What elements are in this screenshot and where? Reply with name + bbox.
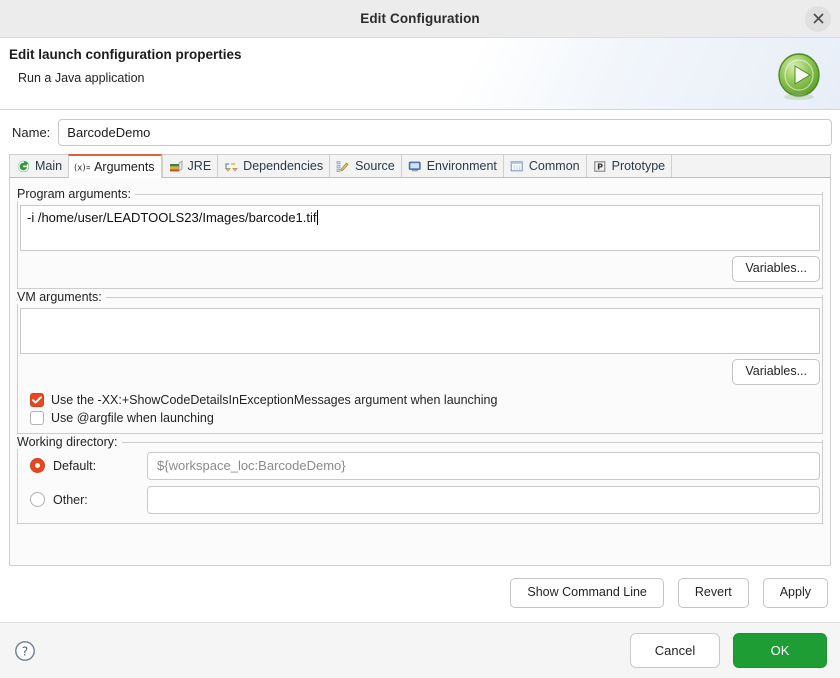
- program-arguments-group-line: [17, 194, 823, 195]
- source-pencil-icon: [335, 159, 351, 174]
- show-code-details-checkbox-label: Use the -XX:+ShowCodeDetailsInExceptionM…: [51, 393, 497, 407]
- run-play-icon: [771, 46, 827, 102]
- vm-arguments-legend: VM arguments:: [17, 290, 106, 304]
- svg-text:P: P: [597, 162, 603, 171]
- jre-books-icon: [168, 159, 184, 174]
- working-directory-other-input[interactable]: [147, 486, 820, 514]
- svg-text:(x)=: (x)=: [74, 162, 90, 172]
- name-row: Name:: [0, 110, 840, 154]
- radio-dot: [35, 463, 40, 468]
- common-window-icon: [509, 159, 525, 174]
- vm-arguments-group-line: [17, 297, 823, 298]
- tab-dependencies-label: Dependencies: [243, 159, 323, 173]
- tab-strip-filler: [671, 154, 831, 177]
- window-titlebar: Edit Configuration: [0, 0, 840, 38]
- tab-common[interactable]: Common: [503, 154, 586, 177]
- working-directory-legend: Working directory:: [17, 435, 122, 449]
- configuration-name-input[interactable]: [58, 119, 832, 146]
- apply-button[interactable]: Apply: [763, 578, 828, 608]
- tab-common-label: Common: [529, 159, 580, 173]
- tab-main-label: Main: [35, 159, 62, 173]
- working-directory-group: Working directory: Default: ${workspace_…: [17, 434, 823, 524]
- prototype-p-icon: P: [592, 159, 608, 174]
- arguments-xeq-icon: (x)=: [74, 160, 90, 175]
- tab-action-buttons: Show Command Line Revert Apply: [0, 566, 840, 608]
- tab-jre-label: JRE: [188, 159, 212, 173]
- tab-source-label: Source: [355, 159, 395, 173]
- vm-arguments-button-row: Variables...: [18, 354, 822, 391]
- vm-arguments-variables-button[interactable]: Variables...: [732, 359, 820, 385]
- page-title: Edit launch configuration properties: [9, 47, 828, 62]
- tab-source[interactable]: Source: [329, 154, 401, 177]
- text-caret: [317, 210, 318, 225]
- program-arguments-variables-button[interactable]: Variables...: [732, 256, 820, 282]
- dialog-footer: ? Cancel OK: [0, 622, 840, 678]
- main-circle-icon: [15, 159, 31, 174]
- tab-jre[interactable]: JRE: [162, 154, 218, 177]
- use-argfile-checkbox[interactable]: [30, 411, 44, 425]
- working-directory-other-radio[interactable]: [30, 492, 45, 507]
- working-directory-bottom-spacer: [18, 517, 822, 523]
- tab-prototype[interactable]: P Prototype: [586, 154, 672, 177]
- dialog-header: Edit launch configuration properties Run…: [0, 38, 840, 110]
- show-command-line-button[interactable]: Show Command Line: [510, 578, 664, 608]
- cancel-button[interactable]: Cancel: [630, 633, 720, 668]
- tab-dependencies[interactable]: Dependencies: [217, 154, 329, 177]
- environment-icon: [407, 159, 423, 174]
- working-directory-box: Default: ${workspace_loc:BarcodeDemo} Ot…: [17, 440, 823, 524]
- program-arguments-button-row: Variables...: [18, 251, 822, 288]
- working-directory-default-row[interactable]: Default: ${workspace_loc:BarcodeDemo}: [18, 449, 822, 483]
- vm-arguments-group: VM arguments: Variables... Use the -XX:+…: [17, 289, 823, 434]
- show-code-details-checkbox[interactable]: [30, 393, 44, 407]
- tab-arguments-label: Arguments: [94, 160, 154, 174]
- tab-prototype-label: Prototype: [612, 159, 666, 173]
- checkbox-bottom-spacer: [18, 427, 822, 433]
- working-directory-other-label: Other:: [53, 493, 139, 507]
- close-icon[interactable]: [805, 6, 831, 32]
- tab-environment-label: Environment: [427, 159, 497, 173]
- working-directory-default-label: Default:: [53, 459, 139, 473]
- show-code-details-checkbox-row[interactable]: Use the -XX:+ShowCodeDetailsInExceptionM…: [18, 391, 822, 409]
- tab-arguments[interactable]: (x)= Arguments: [68, 154, 161, 178]
- working-directory-default-input[interactable]: ${workspace_loc:BarcodeDemo}: [147, 452, 820, 480]
- dependencies-icon: [223, 159, 239, 174]
- ok-button[interactable]: OK: [733, 633, 827, 668]
- help-question-icon[interactable]: ?: [13, 639, 37, 663]
- tab-bar: Main (x)= Arguments JRE: [9, 154, 831, 178]
- working-directory-group-line: [17, 442, 823, 443]
- program-arguments-group: Program arguments: -i /home/user/LEADTOO…: [17, 186, 823, 289]
- program-arguments-value: -i /home/user/LEADTOOLS23/Images/barcode…: [27, 210, 317, 225]
- revert-button[interactable]: Revert: [678, 578, 749, 608]
- program-arguments-box: -i /home/user/LEADTOOLS23/Images/barcode…: [17, 192, 823, 289]
- program-arguments-input[interactable]: -i /home/user/LEADTOOLS23/Images/barcode…: [20, 205, 820, 251]
- working-directory-default-radio[interactable]: [30, 458, 45, 473]
- program-arguments-legend: Program arguments:: [17, 187, 135, 201]
- window-title: Edit Configuration: [360, 11, 480, 26]
- working-directory-other-row[interactable]: Other:: [18, 483, 822, 517]
- use-argfile-checkbox-row[interactable]: Use @argfile when launching: [18, 409, 822, 427]
- svg-text:?: ?: [22, 644, 28, 658]
- arguments-tab-panel: Program arguments: -i /home/user/LEADTOO…: [9, 178, 831, 566]
- tab-environment[interactable]: Environment: [401, 154, 503, 177]
- name-label: Name:: [12, 125, 50, 140]
- vm-arguments-box: Variables... Use the -XX:+ShowCodeDetail…: [17, 295, 823, 434]
- use-argfile-checkbox-label: Use @argfile when launching: [51, 411, 214, 425]
- tab-main[interactable]: Main: [9, 154, 68, 177]
- page-subtitle: Run a Java application: [18, 71, 828, 85]
- vm-arguments-input[interactable]: [20, 308, 820, 354]
